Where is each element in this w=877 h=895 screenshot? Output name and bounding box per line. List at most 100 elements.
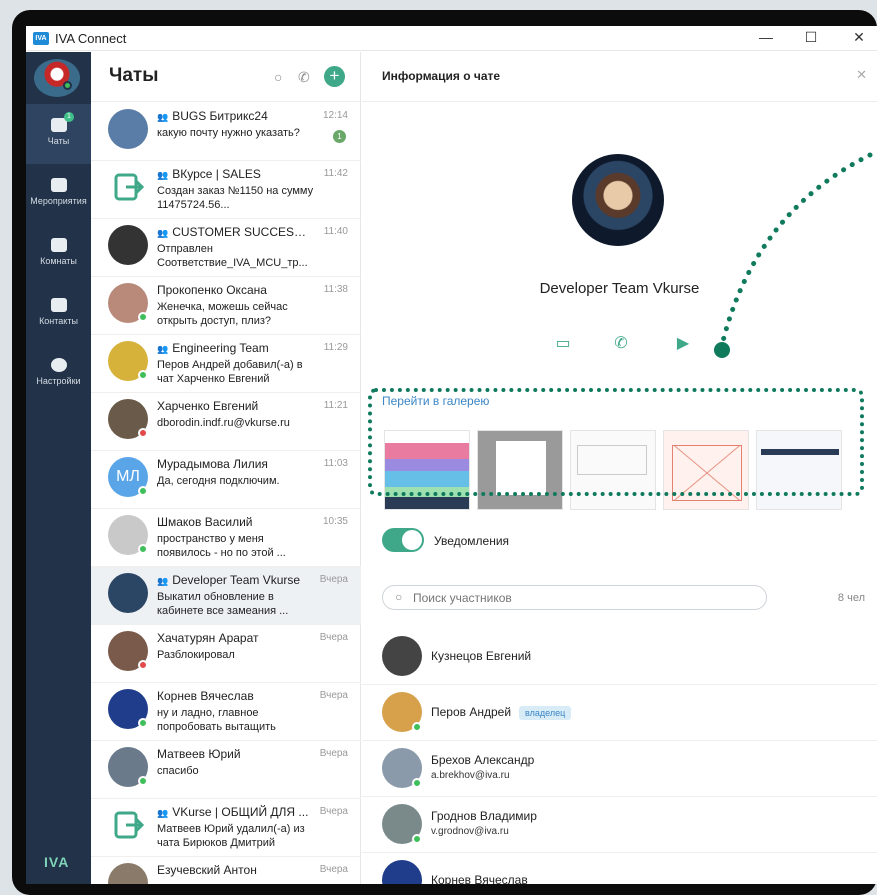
search-icon[interactable]: ○: [274, 69, 282, 85]
avatar: [382, 636, 422, 676]
chat-item[interactable]: 👥 Developer Team Vkurse Вчера Выкатил обнов…: [91, 567, 361, 625]
member-email: v.grodnov@iva.ru: [431, 826, 509, 837]
rail-item-rooms[interactable]: Комнаты: [26, 224, 91, 284]
member-name: Гроднов Владимир: [431, 809, 537, 823]
chat-item[interactable]: Корнев Вячеслав Вчера ну и ладно, главное …: [91, 683, 361, 741]
member-row[interactable]: Корнев Вячеслав: [362, 853, 877, 884]
owner-badge: владелец: [519, 706, 572, 720]
chat-name: Матвеев Юрий: [157, 747, 312, 761]
group-icon: 👥: [157, 228, 169, 238]
chat-item[interactable]: Прокопенко Оксана 11:38 Женечка, можешь се…: [91, 277, 361, 335]
group-icon: 👥: [157, 112, 169, 122]
chat-name: 👥 VKurse | ОБЩИЙ ДЛЯ ...: [157, 805, 312, 819]
annotation-arrow: [714, 152, 873, 358]
chat-item[interactable]: Хачатурян Арарат Вчера Разблокировал: [91, 625, 361, 683]
member-name-line: Перов Андрей владелец: [431, 705, 572, 720]
chat-last-message: Отправлен Соответствие_IVA_MCU_тр...: [157, 243, 308, 269]
chat-item[interactable]: 👥 Engineering Team 11:29 Перов Андрей добав…: [91, 335, 361, 393]
member-name: Кузнецов Евгений: [431, 649, 532, 663]
iva-logo: IVA: [44, 854, 70, 870]
chat-last-message: Выкатил обновление в кабинете все замеан…: [157, 591, 289, 617]
rail-item-settings[interactable]: Настройки: [26, 344, 91, 404]
phone-icon[interactable]: ✆: [610, 333, 632, 353]
new-chat-button[interactable]: +: [324, 66, 345, 87]
member-row[interactable]: Перов Андрей владелец: [362, 685, 877, 741]
close-icon[interactable]: ✕: [856, 67, 867, 83]
chat-time: 11:03: [323, 458, 348, 469]
gear-icon: [50, 358, 67, 372]
chat-last-message: Создан заказ №1150 на сумму 11475724.56.…: [157, 185, 314, 211]
chat-name: Мурадымова Лилия: [157, 457, 312, 471]
chat-time: 11:40: [323, 226, 348, 237]
chat-last-message: Перов Андрей добавил(-а) в чат Харченко …: [157, 359, 303, 385]
status-dot: [138, 544, 148, 554]
annotation-highlight: [368, 388, 864, 496]
member-row[interactable]: Гроднов Владимир v.grodnov@iva.ru: [362, 797, 877, 853]
exit-icon: [108, 805, 148, 845]
call-icon[interactable]: ✆: [298, 69, 310, 86]
search-icon: ○: [395, 590, 403, 604]
unread-badge: 1: [64, 112, 74, 122]
member-row[interactable]: Брехов Александр a.brekhov@iva.ru: [362, 741, 877, 797]
title-bar: IVA IVA Connect — ☐ ✕: [26, 26, 877, 51]
nav-rail: 1 Чаты Мероприятия Комнаты Контакты Наст…: [26, 52, 91, 884]
chat-item[interactable]: Харченко Евгений 11:21 dborodin.indf.ru@vk…: [91, 393, 361, 451]
rail-item-chats[interactable]: 1 Чаты: [26, 104, 91, 164]
app-title: IVA Connect: [55, 31, 127, 46]
status-dot: [412, 834, 422, 844]
chat-item[interactable]: Шмаков Василий 10:35 пространство у меня п…: [91, 509, 361, 567]
member-name: Перов Андрей: [431, 705, 512, 719]
panel-title: Информация о чате: [382, 69, 501, 83]
member-name-line: Брехов Александр: [431, 753, 534, 767]
status-dot: [138, 718, 148, 728]
chat-time: 11:29: [323, 342, 348, 353]
exit-icon: [108, 167, 148, 207]
chat-name-text: BUGS Битрикс24: [172, 109, 268, 123]
member-email: a.brekhov@iva.ru: [431, 770, 510, 781]
rail-item-events[interactable]: Мероприятия: [26, 164, 91, 224]
avatar: [108, 573, 148, 613]
chat-time: 12:14: [322, 110, 348, 121]
avatar: [108, 863, 148, 884]
chat-item[interactable]: 👥 BUGS Битрикс24 12:14 какую почту нужно ук…: [91, 103, 361, 161]
chat-time: Вчера: [319, 574, 348, 585]
chat-avatar: [572, 154, 664, 246]
chat-last-message: Матвеев Юрий удалил(-а) из чата Бирюков …: [157, 823, 305, 849]
maximize-button[interactable]: ☐: [801, 29, 821, 46]
member-name: Брехов Александр: [431, 753, 535, 767]
chat-name: 👥 BUGS Битрикс24: [157, 109, 312, 123]
chat-name: Прокопенко Оксана: [157, 283, 312, 297]
chat-last-message: спасибо: [157, 765, 199, 777]
rail-label: Мероприятия: [30, 196, 87, 206]
notifications-toggle[interactable]: [382, 528, 424, 552]
close-window-button[interactable]: ✕: [849, 29, 869, 46]
chat-item[interactable]: 👥 ВКурсе | SALES 11:42 Создан заказ №1150 н…: [91, 161, 361, 219]
user-avatar[interactable]: [34, 59, 80, 97]
chat-name: 👥 Developer Team Vkurse: [157, 573, 312, 587]
status-dot: [138, 776, 148, 786]
notifications-label: Уведомления: [434, 534, 510, 548]
video-icon[interactable]: ▶: [672, 333, 694, 353]
member-row[interactable]: Кузнецов Евгений: [362, 629, 877, 685]
rail-item-contacts[interactable]: Контакты: [26, 284, 91, 344]
chat-item[interactable]: 👥 CUSTOMER SUCCESS | ... 11:40 Отправлен Со…: [91, 219, 361, 277]
chat-last-message: dborodin.indf.ru@vkurse.ru: [157, 417, 290, 429]
chat-last-message: ну и ладно, главное попробовать вытащить: [157, 707, 276, 733]
member-search-input[interactable]: [382, 585, 767, 610]
status-dot: [412, 722, 422, 732]
chat-item[interactable]: Езучевский Антон Вчера: [91, 857, 361, 884]
minimize-button[interactable]: —: [756, 29, 776, 45]
chat-item[interactable]: МЛ Мурадымова Лилия 11:03 Да, сегодня подкл…: [91, 451, 361, 509]
message-icon[interactable]: ▭: [552, 333, 574, 353]
chat-name-text: Мурадымова Лилия: [157, 457, 268, 471]
unread-badge: 1: [333, 130, 346, 143]
rail-label: Чаты: [47, 136, 70, 146]
chat-name: Корнев Вячеслав: [157, 689, 312, 703]
chat-item[interactable]: 👥 VKurse | ОБЩИЙ ДЛЯ ... Вчера Матвеев Юрий…: [91, 799, 361, 857]
status-dot: [138, 428, 148, 438]
chat-time: 11:21: [323, 400, 348, 411]
chat-name-text: Матвеев Юрий: [157, 747, 241, 761]
online-indicator: [63, 81, 72, 90]
chat-name-text: ВКурсе | SALES: [172, 167, 261, 181]
chat-item[interactable]: Матвеев Юрий Вчера спасибо: [91, 741, 361, 799]
